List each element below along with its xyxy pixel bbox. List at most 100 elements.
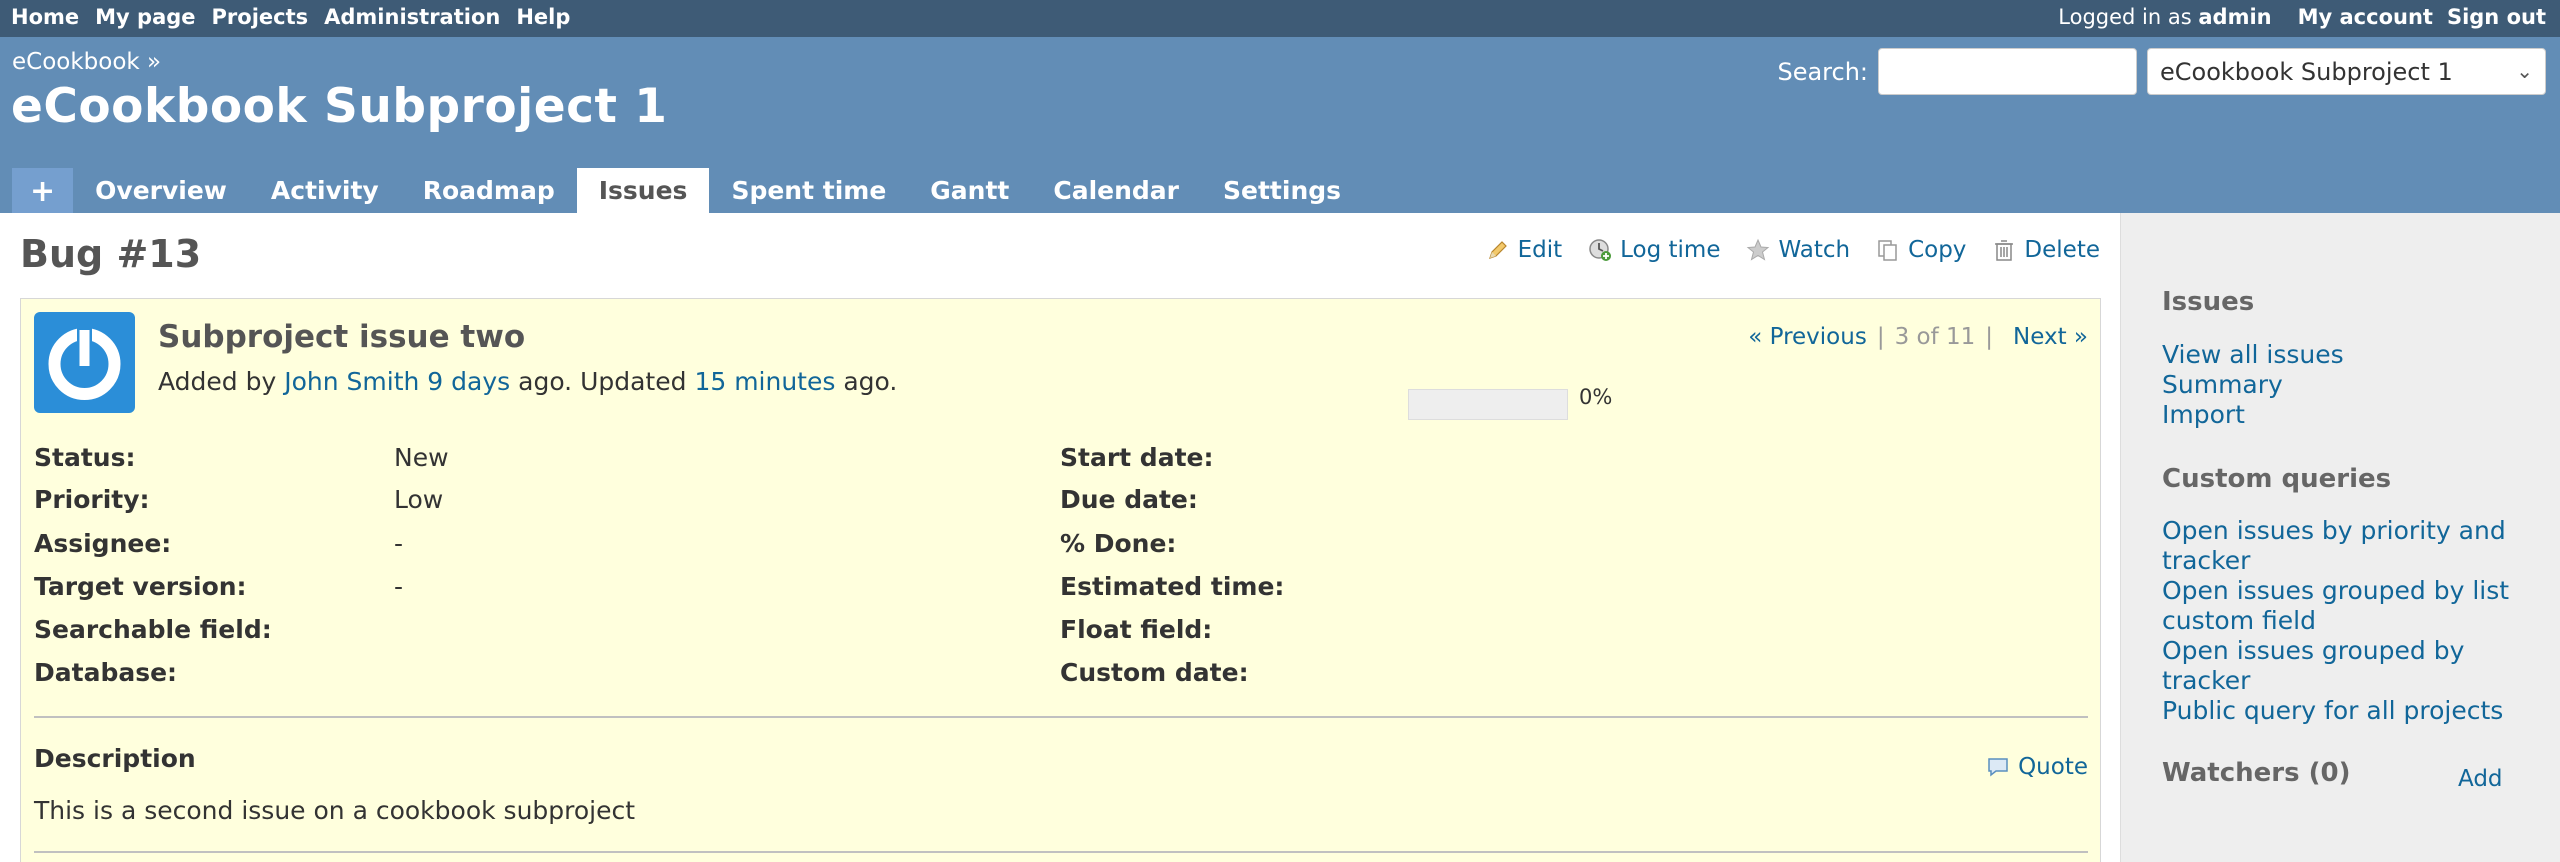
watch-label: Watch (1778, 237, 1851, 263)
sidebar-custom-queries-title: Custom queries (2162, 464, 2392, 494)
due-date-label: Due date: (1060, 485, 1198, 514)
done-percent: 0% (1579, 385, 1613, 409)
custom-query-link[interactable]: Open issues by priority and tracker (2162, 516, 2522, 576)
tab-spent-time[interactable]: Spent time (709, 168, 908, 213)
status-value: New (394, 443, 449, 472)
target-version-value: - (394, 572, 404, 601)
trash-icon (1995, 240, 2014, 261)
description-text: This is a second issue on a cookbook sub… (34, 796, 636, 825)
tab-overview[interactable]: Overview (73, 168, 249, 213)
quick-search: Search: eCookbook Subproject 1 ⌄ (1777, 48, 2546, 95)
estimated-time-label: Estimated time: (1060, 572, 1285, 601)
quote-button[interactable]: Quote (1986, 754, 2088, 780)
quote-label: Quote (2018, 754, 2088, 780)
top-menu: Home My page Projects Administration Hel… (0, 0, 2560, 37)
sidebar-import-link[interactable]: Import (2162, 400, 2522, 430)
updated-ago-link[interactable]: 15 minutes (694, 367, 835, 396)
edit-button[interactable]: Edit (1486, 237, 1563, 263)
updated-text: ago. Updated (518, 367, 687, 396)
description-title: Description (34, 744, 196, 773)
top-menu-administration-link[interactable]: Administration (324, 5, 500, 29)
assignee-label: Assignee: (34, 529, 172, 558)
nav-separator: | (1985, 324, 1994, 350)
tab-settings[interactable]: Settings (1201, 168, 1363, 213)
sidebar-custom-queries: Open issues by priority and tracker Open… (2162, 516, 2522, 726)
sign-out-link[interactable]: Sign out (2447, 5, 2546, 29)
custom-query-link[interactable]: Open issues grouped by list custom field (2162, 576, 2522, 636)
assignee-value: - (394, 529, 404, 558)
logged-in-as: Logged in as admin (2058, 5, 2271, 29)
project-jump-value: eCookbook Subproject 1 (2160, 58, 2453, 86)
search-input[interactable] (1878, 48, 2137, 95)
searchable-field-label: Searchable field: (34, 615, 272, 644)
priority-value: Low (394, 485, 444, 514)
watch-button[interactable]: Watch (1746, 237, 1850, 263)
tab-gantt[interactable]: Gantt (908, 168, 1031, 213)
issue-author-line: Added by John Smith 9 days ago. Updated … (158, 367, 897, 396)
done-ratio-label: % Done: (1060, 529, 1177, 558)
log-time-button[interactable]: Log time (1588, 237, 1720, 263)
top-menu-my-page-link[interactable]: My page (95, 5, 195, 29)
sidebar-issues-title: Issues (2162, 287, 2255, 317)
target-version-label: Target version: (34, 572, 247, 601)
author-link[interactable]: John Smith (284, 367, 419, 396)
power-icon (48, 326, 121, 400)
tab-calendar[interactable]: Calendar (1031, 168, 1201, 213)
top-menu-home-link[interactable]: Home (11, 5, 79, 29)
sidebar-summary-link[interactable]: Summary (2162, 370, 2522, 400)
logged-in-prefix: Logged in as (2058, 5, 2192, 29)
issue-actions: Edit Log time Watch Copy Delete (1486, 237, 2100, 263)
avatar (34, 312, 135, 413)
nav-separator: | (1876, 324, 1885, 350)
star-icon (1747, 238, 1770, 261)
delete-label: Delete (2024, 237, 2100, 263)
search-label: Search: (1777, 57, 1868, 86)
project-jump-select[interactable]: eCookbook Subproject 1 ⌄ (2147, 48, 2546, 95)
my-account-link[interactable]: My account (2298, 5, 2433, 29)
delete-button[interactable]: Delete (1992, 237, 2100, 263)
pencil-icon (1488, 241, 1507, 259)
done-progress-bar (1408, 389, 1568, 420)
issue-details: Subproject issue two Added by John Smith… (20, 298, 2101, 862)
chevron-down-icon: ⌄ (2516, 59, 2533, 83)
top-menu-projects-link[interactable]: Projects (212, 5, 309, 29)
top-menu-left: Home My page Projects Administration Hel… (11, 5, 570, 29)
custom-query-link[interactable]: Public query for all projects (2162, 696, 2522, 726)
previous-issue-link[interactable]: « Previous (1748, 324, 1867, 350)
author-prefix: Added by (158, 367, 277, 396)
issue-heading: Bug #13 (20, 232, 202, 276)
start-date-label: Start date: (1060, 443, 1214, 472)
float-field-label: Float field: (1060, 615, 1213, 644)
issue-subject: Subproject issue two (158, 319, 526, 355)
copy-icon (1878, 240, 1897, 261)
tab-roadmap[interactable]: Roadmap (401, 168, 577, 213)
divider (34, 851, 2088, 853)
edit-label: Edit (1517, 237, 1563, 263)
database-label: Database: (34, 658, 178, 687)
copy-label: Copy (1908, 237, 1967, 263)
sidebar-issues-links: View all issues Summary Import (2162, 340, 2522, 430)
tab-activity[interactable]: Activity (249, 168, 401, 213)
priority-label: Priority: (34, 485, 150, 514)
log-time-label: Log time (1620, 237, 1721, 263)
logged-in-user-link[interactable]: admin (2198, 5, 2271, 29)
custom-query-link[interactable]: Open issues grouped by tracker (2162, 636, 2522, 696)
comment-icon (1988, 758, 2008, 777)
divider (34, 716, 2088, 718)
ago-suffix: ago. (843, 367, 898, 396)
clock-add-icon (1589, 239, 1612, 261)
copy-button[interactable]: Copy (1876, 237, 1966, 263)
page-title: eCookbook Subproject 1 (11, 79, 668, 134)
top-menu-right: Logged in as admin My account Sign out (2058, 5, 2546, 29)
add-watcher-link[interactable]: Add (2458, 766, 2503, 792)
added-ago-link[interactable]: 9 days (427, 367, 510, 396)
status-label: Status: (34, 443, 136, 472)
sidebar-watchers-title: Watchers (0) (2162, 758, 2351, 788)
top-menu-help-link[interactable]: Help (516, 5, 570, 29)
tab-issues[interactable]: Issues (576, 168, 710, 213)
tab-new-object[interactable]: + (12, 168, 74, 213)
sidebar-view-all-issues-link[interactable]: View all issues (2162, 340, 2522, 370)
issue-navigation: « Previous | 3 of 11 | Next » (1748, 324, 2088, 350)
next-issue-link[interactable]: Next » (2013, 324, 2088, 350)
breadcrumb[interactable]: eCookbook » (12, 49, 161, 75)
